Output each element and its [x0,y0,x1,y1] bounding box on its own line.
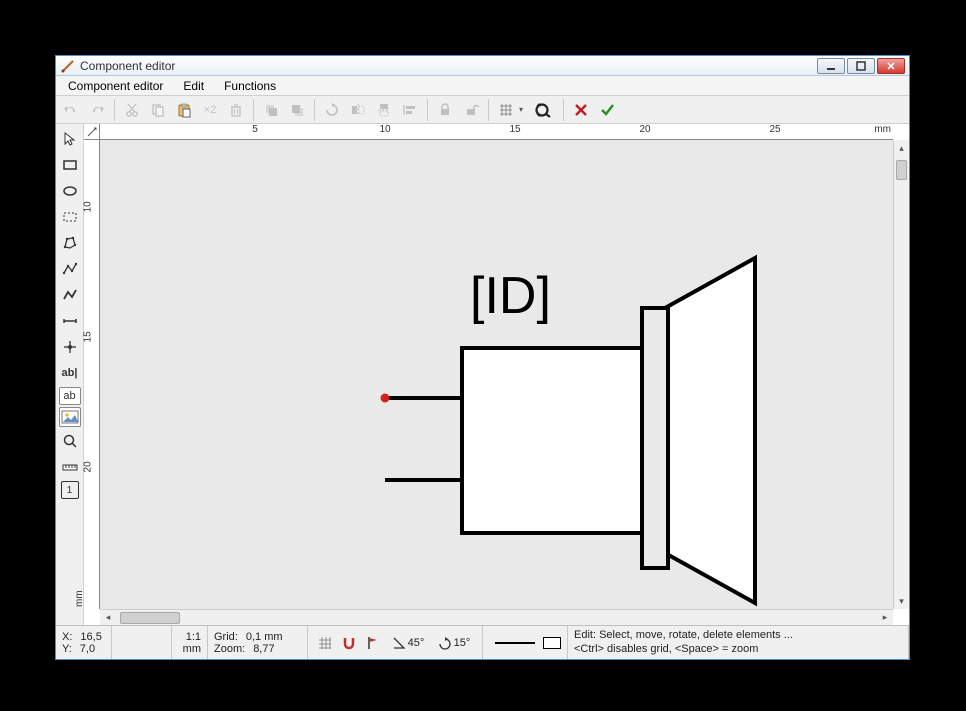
scroll-down-icon[interactable]: ▾ [894,593,909,609]
maximize-button[interactable] [847,58,875,74]
cut-button[interactable] [120,98,144,122]
ok-button[interactable] [595,98,619,122]
undo-button[interactable] [59,98,83,122]
copy-button[interactable] [146,98,170,122]
ruler-origin[interactable] [84,124,100,140]
scroll-right-icon[interactable]: ▸ [877,612,893,623]
component-id-label: [ID] [470,267,551,325]
toolbox: ab| ab 1 [56,124,84,625]
delete-button[interactable] [224,98,248,122]
scroll-left-icon[interactable]: ◂ [100,612,116,623]
line-color-swatch[interactable] [495,642,535,644]
grid-button[interactable] [494,98,518,122]
angle-45-button[interactable]: 45° [386,632,430,654]
canvas-viewport[interactable]: [ID] [100,140,893,609]
status-coords: X: 16,5 Y: 7,0 [56,626,112,659]
statusbar: X: 16,5 Y: 7,0 1:1 mm Grid: 0,1 mm Zoom:… [56,625,909,659]
menu-functions[interactable]: Functions [216,78,284,94]
rotate-button[interactable] [320,98,344,122]
window-title: Component editor [80,59,817,73]
cancel-button[interactable] [569,98,593,122]
tool-polygon[interactable] [58,231,82,255]
scroll-up-icon[interactable]: ▴ [894,140,909,156]
tool-frame[interactable]: 1 [61,481,79,499]
tool-zoom[interactable] [58,429,82,453]
window: Component editor Component editor Edit F… [55,55,910,660]
status-style [483,626,568,659]
lock-button[interactable] [433,98,457,122]
ruler-vertical[interactable]: 10 15 20 mm [84,140,100,609]
status-scale: 1:1 mm [172,626,208,659]
menubar: Component editor Edit Functions [56,76,909,96]
titlebar[interactable]: Component editor [56,56,909,76]
paste-button[interactable] [172,98,196,122]
canvas-area: 5 10 15 20 25 mm 10 15 20 mm [84,124,909,625]
mirror-v-button[interactable] [372,98,396,122]
tool-special-line[interactable] [58,283,82,307]
drawing[interactable]: [ID] [100,168,893,609]
main-toolbar: ×2 ▾ [56,96,909,124]
tool-polyline[interactable] [58,257,82,281]
zoom-button[interactable] [530,98,558,122]
snap-magnet-button[interactable] [338,632,360,654]
mirror-h-button[interactable] [346,98,370,122]
snap-flag-button[interactable] [362,632,384,654]
tool-rectangle[interactable] [58,153,82,177]
close-button[interactable] [877,58,905,74]
redo-button[interactable] [85,98,109,122]
pin-marker [381,394,390,403]
unlock-button[interactable] [459,98,483,122]
tool-pin[interactable] [58,335,82,359]
status-hint: Edit: Select, move, rotate, delete eleme… [568,626,909,659]
tool-select[interactable] [58,127,82,151]
minimize-button[interactable] [817,58,845,74]
ruler-horizontal[interactable]: 5 10 15 20 25 mm [100,124,893,140]
tool-text-dynamic[interactable]: ab [59,387,81,405]
menu-component-editor[interactable]: Component editor [60,78,171,94]
align-button[interactable] [398,98,422,122]
tool-image[interactable] [59,407,81,427]
fill-color-swatch[interactable] [543,637,561,649]
grid-dropdown[interactable]: ▾ [519,105,529,114]
status-snap-tools: 45° 15° [308,626,483,659]
to-back-button[interactable] [285,98,309,122]
tool-measure[interactable] [58,455,82,479]
tool-ellipse[interactable] [58,179,82,203]
tool-text[interactable]: ab| [58,361,82,385]
menu-edit[interactable]: Edit [175,78,212,94]
scrollbar-vertical[interactable]: ▴ ▾ [893,140,909,609]
duplicate-button[interactable]: ×2 [198,98,222,122]
status-grid-zoom: Grid: 0,1 mm Zoom: 8,77 [208,626,308,659]
angle-15-button[interactable]: 15° [432,632,476,654]
app-icon [60,58,76,74]
scrollbar-horizontal[interactable]: ◂ ▸ [100,609,893,625]
snap-grid-button[interactable] [314,632,336,654]
scroll-thumb-h[interactable] [120,612,180,624]
scroll-thumb-v[interactable] [896,160,907,180]
to-front-button[interactable] [259,98,283,122]
tool-zone[interactable] [58,205,82,229]
tool-connection[interactable] [58,309,82,333]
